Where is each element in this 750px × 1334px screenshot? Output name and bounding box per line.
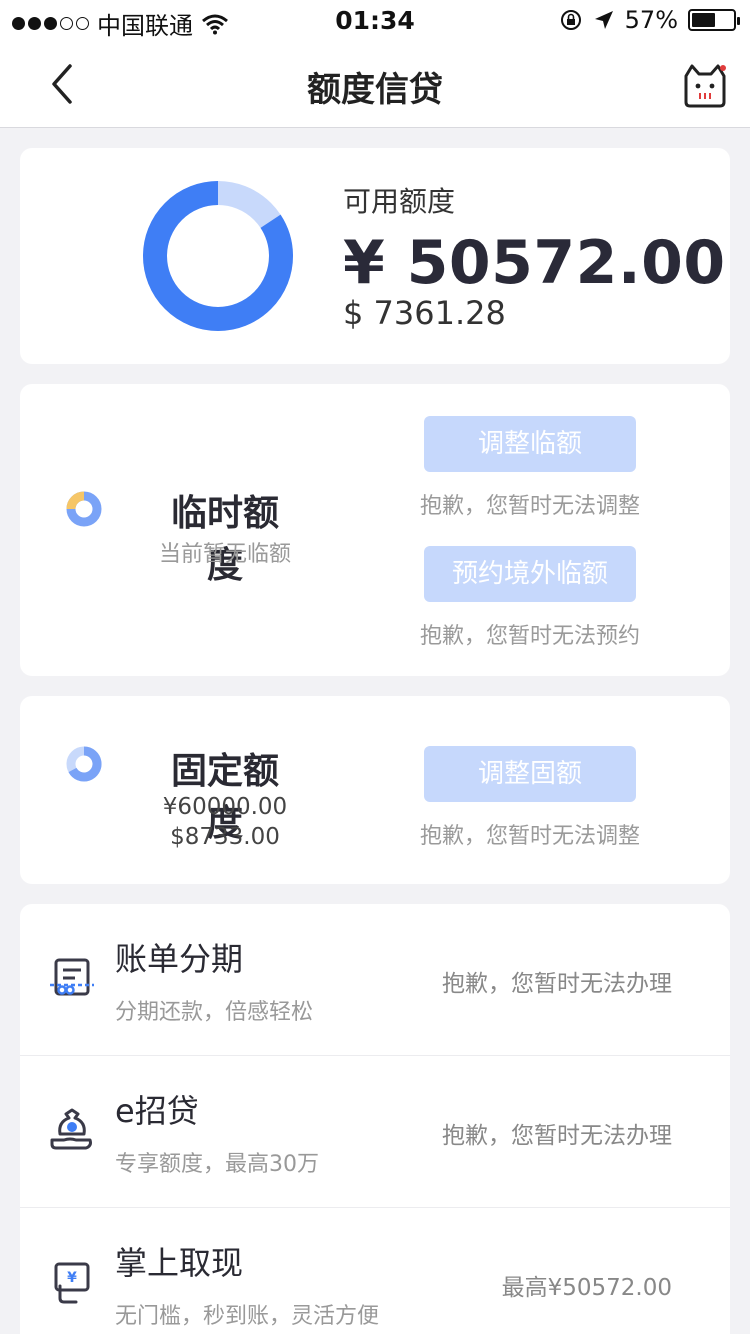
service-title: 账单分期 — [115, 940, 244, 978]
fixed-credit-usd: $8733.00 — [170, 824, 280, 850]
page-title: 额度信贷 — [307, 70, 443, 110]
money-bag-hand-icon — [50, 1108, 92, 1150]
fixed-credit-icon — [66, 746, 102, 782]
service-subtitle: 分期还款，倍感轻松 — [115, 1000, 314, 1025]
temporary-credit-icon — [66, 491, 102, 527]
location-arrow-icon — [594, 11, 613, 29]
adjust-fixed-note: 抱歉，您暂时无法调整 — [419, 824, 640, 849]
available-credit-label: 可用额度 — [343, 185, 456, 218]
fixed-credit-card: 固定额度 ¥60000.00 $8733.00 调整固额 抱歉，您暂时无法调整 — [20, 696, 730, 884]
battery-icon — [688, 9, 740, 31]
cash-withdraw-icon: ¥ — [54, 1262, 90, 1304]
rotation-lock-icon — [560, 10, 581, 30]
fixed-credit-cny: ¥60000.00 — [162, 794, 288, 820]
available-credit-usd: $ 7361.28 — [343, 294, 506, 332]
services-list: 账单分期 分期还款，倍感轻松 抱歉，您暂时无法办理 e招贷 专享额度，最高30万… — [20, 904, 730, 1334]
service-subtitle: 无门槛，秒到账，灵活方便 — [115, 1304, 380, 1329]
cat-mascot-icon[interactable] — [682, 62, 728, 108]
available-credit-cny: ¥ 50572.00 — [343, 228, 726, 298]
svg-text:¥: ¥ — [67, 1270, 77, 1286]
service-status: 最高¥50572.00 — [501, 1275, 672, 1301]
available-credit-donut — [143, 181, 293, 331]
service-status: 抱歉，您暂时无法办理 — [442, 971, 672, 997]
adjust-temporary-note: 抱歉，您暂时无法调整 — [419, 494, 640, 519]
temporary-credit-card: 临时额度 当前暂无临额 调整临额 抱歉，您暂时无法调整 预约境外临额 抱歉，您暂… — [20, 384, 730, 676]
bill-installment-icon — [50, 958, 94, 996]
adjust-fixed-button[interactable]: 调整固额 — [424, 746, 636, 802]
service-row-bill-installment[interactable]: 账单分期 分期还款，倍感轻松 抱歉，您暂时无法办理 — [20, 904, 730, 1056]
overseas-temporary-note: 抱歉，您暂时无法预约 — [419, 624, 640, 649]
service-status: 抱歉，您暂时无法办理 — [442, 1123, 672, 1149]
overseas-temporary-button[interactable]: 预约境外临额 — [424, 546, 636, 602]
service-subtitle: 专享额度，最高30万 — [115, 1152, 319, 1177]
temporary-credit-subtitle: 当前暂无临额 — [158, 542, 291, 567]
service-row-e-loan[interactable]: e招贷 专享额度，最高30万 抱歉，您暂时无法办理 — [20, 1056, 730, 1208]
adjust-temporary-button[interactable]: 调整临额 — [424, 416, 636, 472]
status-bar: 中国联通 01:34 57% — [0, 0, 750, 40]
service-row-cash-withdraw[interactable]: ¥ 掌上取现 无门槛，秒到账，灵活方便 最高¥50572.00 — [20, 1208, 730, 1334]
battery-percent: 57% — [624, 6, 678, 34]
status-right: 57% — [559, 6, 740, 34]
service-title: 掌上取现 — [115, 1244, 244, 1282]
service-title: e招贷 — [115, 1092, 199, 1130]
available-credit-card: 可用额度 ¥ 50572.00 $ 7361.28 — [20, 148, 730, 364]
nav-bar: 额度信贷 — [0, 40, 750, 128]
